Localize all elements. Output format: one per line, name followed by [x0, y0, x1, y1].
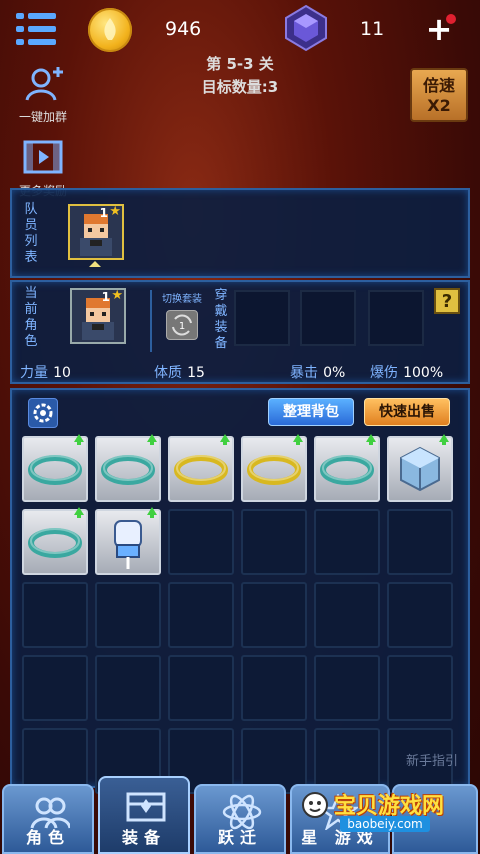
- upgrade-arrow-icon: [74, 434, 84, 445]
- gem-count: 11: [360, 18, 385, 40]
- settings-gear-button[interactable]: [28, 398, 58, 428]
- notification-dot: [446, 14, 456, 24]
- inventory-slot[interactable]: [95, 507, 161, 577]
- inventory-slot[interactable]: [168, 434, 234, 504]
- inventory-slot[interactable]: [387, 509, 453, 575]
- switch-set-label: 切换套装: [162, 294, 202, 305]
- upgrade-arrow-icon: [147, 507, 157, 518]
- inventory-slot[interactable]: [168, 509, 234, 575]
- current-role-label: 当前角色: [24, 286, 38, 349]
- speed-label: 倍速: [422, 76, 455, 95]
- gamepad-logo-icon: [300, 790, 330, 820]
- worn-equipment-label: 穿戴装备: [214, 288, 228, 351]
- inventory-slot[interactable]: [22, 434, 88, 504]
- nav-warp[interactable]: 跃迁: [194, 784, 286, 854]
- nav-label: 装备: [121, 828, 166, 847]
- inventory-slot[interactable]: [387, 434, 453, 504]
- stat-strength: 力量 10: [20, 365, 71, 381]
- inventory-slot[interactable]: [387, 655, 453, 721]
- teal-ring-icon: [97, 438, 159, 504]
- upgrade-arrow-icon: [147, 434, 157, 445]
- upgrade-arrow-icon: [74, 507, 84, 518]
- nav-label: 角色: [25, 828, 70, 847]
- current-hero-card[interactable]: 1 ★: [70, 288, 126, 344]
- gear-icon: [33, 403, 53, 423]
- svg-text:1: 1: [179, 321, 185, 332]
- coin-count: 946: [165, 18, 202, 40]
- crystal-cube-icon: [389, 438, 451, 504]
- team-list-label: 队员列表: [24, 202, 38, 265]
- divider: [150, 290, 152, 352]
- switch-set-button[interactable]: 1: [166, 310, 198, 340]
- inventory-slot[interactable]: [95, 434, 161, 504]
- equip-slot[interactable]: [234, 290, 290, 346]
- inventory-slot[interactable]: [22, 582, 88, 648]
- inventory-slot[interactable]: [95, 582, 161, 648]
- equip-slot[interactable]: [300, 290, 356, 346]
- hero-level: 1: [99, 206, 108, 220]
- teal-ring-icon: [24, 438, 86, 504]
- stat-constitution: 体质 15: [154, 365, 205, 381]
- speed-x2-button[interactable]: 倍速 X2: [410, 68, 468, 122]
- inventory-slot[interactable]: [314, 509, 380, 575]
- watermark-url: baobeiy.com: [340, 816, 430, 832]
- quick-sell-button[interactable]: 快速出售: [364, 398, 450, 426]
- inventory-slot[interactable]: [314, 655, 380, 721]
- newbie-guide-label: 新手指引: [406, 754, 459, 769]
- purple-gem-icon: [282, 4, 330, 52]
- team-member-card[interactable]: 1 ★: [68, 204, 124, 260]
- inventory-slot[interactable]: [241, 582, 307, 648]
- chest-icon: [126, 792, 166, 822]
- gold-ring-icon: [170, 438, 232, 504]
- equip-slot[interactable]: [368, 290, 424, 346]
- inventory-slot[interactable]: [22, 655, 88, 721]
- join-group-label: 一键加群: [18, 110, 67, 124]
- film-icon: [21, 140, 65, 180]
- join-group-button[interactable]: 一键加群: [14, 66, 72, 125]
- inventory-slot[interactable]: [314, 582, 380, 648]
- upgrade-arrow-icon: [439, 434, 449, 445]
- inventory-slot[interactable]: [168, 655, 234, 721]
- inventory-slot[interactable]: [387, 582, 453, 648]
- nav-equipment[interactable]: 装备: [98, 776, 190, 854]
- inventory-slot[interactable]: [241, 655, 307, 721]
- menu-icon[interactable]: [14, 10, 58, 48]
- inventory-slot[interactable]: [95, 655, 161, 721]
- selected-indicator-icon: [89, 261, 101, 267]
- inventory-slot[interactable]: [22, 507, 88, 577]
- add-user-icon: [21, 66, 65, 106]
- stage-label: 第 5-3 关: [206, 55, 274, 73]
- gold-coin-icon: [88, 8, 132, 52]
- nav-label: 跃迁: [217, 828, 262, 847]
- stat-crit: 暴击 0%: [290, 365, 346, 381]
- teal-ring-icon: [316, 438, 378, 504]
- nav-character[interactable]: 角色: [2, 784, 94, 854]
- teal-ring-icon: [24, 511, 86, 577]
- sort-bag-button[interactable]: 整理背包: [268, 398, 354, 426]
- inventory-slot[interactable]: [168, 582, 234, 648]
- upgrade-arrow-icon: [293, 434, 303, 445]
- upgrade-arrow-icon: [220, 434, 230, 445]
- inventory-slot[interactable]: [314, 434, 380, 504]
- gold-ring-icon: [243, 438, 305, 504]
- speed-multiplier: X2: [427, 96, 451, 115]
- stat-crit-damage: 爆伤 100%: [370, 365, 444, 381]
- star-icon: ★: [111, 288, 123, 303]
- star-icon: ★: [109, 204, 121, 219]
- help-button[interactable]: ?: [434, 288, 460, 314]
- inventory-slot[interactable]: [241, 434, 307, 504]
- inventory-slot[interactable]: [241, 509, 307, 575]
- hero-level: 1: [101, 290, 110, 304]
- target-count-label: 目标数量:3: [201, 78, 279, 96]
- gauntlet-icon: [97, 511, 159, 577]
- upgrade-arrow-icon: [366, 434, 376, 445]
